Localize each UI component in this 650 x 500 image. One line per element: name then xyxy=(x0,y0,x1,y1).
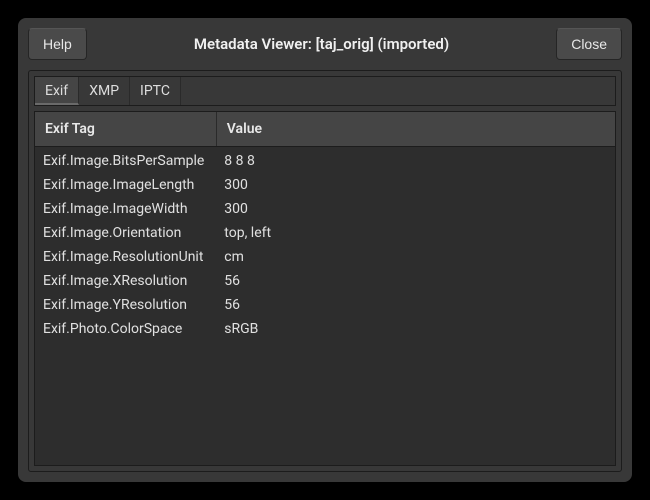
content-panel: ExifXMPIPTC Exif Tag Value Exif.Image.Bi… xyxy=(28,70,622,472)
cell-value: 300 xyxy=(216,197,615,221)
cell-value: 56 xyxy=(216,269,615,293)
cell-tag: Exif.Image.ImageLength xyxy=(35,173,216,197)
cell-tag: Exif.Image.BitsPerSample xyxy=(35,147,216,174)
cell-value: 300 xyxy=(216,173,615,197)
cell-value: sRGB xyxy=(216,317,615,341)
column-header-tag[interactable]: Exif Tag xyxy=(35,112,216,147)
table-row[interactable]: Exif.Image.XResolution56 xyxy=(35,269,615,293)
table-row[interactable]: Exif.Photo.ColorSpacesRGB xyxy=(35,317,615,341)
cell-value: 8 8 8 xyxy=(216,147,615,174)
cell-tag: Exif.Image.Orientation xyxy=(35,221,216,245)
cell-tag: Exif.Image.ResolutionUnit xyxy=(35,245,216,269)
cell-tag: Exif.Image.ImageWidth xyxy=(35,197,216,221)
cell-tag: Exif.Image.YResolution xyxy=(35,293,216,317)
table-row[interactable]: Exif.Image.ImageWidth300 xyxy=(35,197,615,221)
close-button[interactable]: Close xyxy=(556,28,622,60)
table-row[interactable]: Exif.Image.YResolution56 xyxy=(35,293,615,317)
table-row[interactable]: Exif.Image.Orientationtop, left xyxy=(35,221,615,245)
metadata-table-wrapper[interactable]: Exif Tag Value Exif.Image.BitsPerSample8… xyxy=(34,111,616,466)
cell-value: 56 xyxy=(216,293,615,317)
table-row[interactable]: Exif.Image.BitsPerSample8 8 8 xyxy=(35,147,615,174)
table-row[interactable]: Exif.Image.ImageLength300 xyxy=(35,173,615,197)
cell-value: top, left xyxy=(216,221,615,245)
metadata-table: Exif Tag Value Exif.Image.BitsPerSample8… xyxy=(35,112,615,341)
table-row[interactable]: Exif.Image.ResolutionUnitcm xyxy=(35,245,615,269)
help-button[interactable]: Help xyxy=(28,28,87,60)
tab-exif[interactable]: Exif xyxy=(35,77,79,105)
tab-bar: ExifXMPIPTC xyxy=(34,76,616,106)
header: Help Metadata Viewer: [taj_orig] (import… xyxy=(28,28,622,70)
tab-xmp[interactable]: XMP xyxy=(79,77,130,105)
cell-tag: Exif.Image.XResolution xyxy=(35,269,216,293)
column-header-value[interactable]: Value xyxy=(216,112,615,147)
cell-value: cm xyxy=(216,245,615,269)
metadata-viewer-window: Help Metadata Viewer: [taj_orig] (import… xyxy=(18,18,632,482)
tab-iptc[interactable]: IPTC xyxy=(130,77,181,105)
cell-tag: Exif.Photo.ColorSpace xyxy=(35,317,216,341)
window-title: Metadata Viewer: [taj_orig] (imported) xyxy=(95,35,548,53)
